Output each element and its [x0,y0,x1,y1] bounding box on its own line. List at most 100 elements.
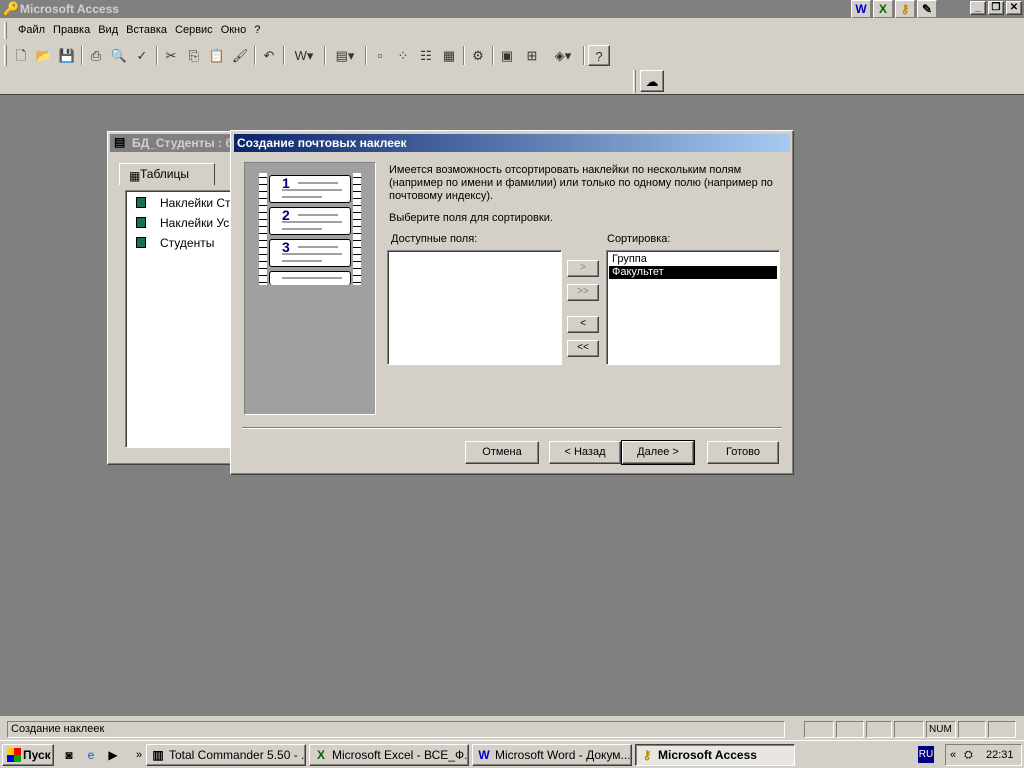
list-view-icon[interactable]: ☷ [415,45,437,66]
dialog-title[interactable]: Создание почтовых наклеек [234,134,790,152]
restore-button[interactable]: ❐ [988,1,1004,15]
notes-shortcut-icon[interactable]: ✎ [917,0,937,18]
labels-sheet-icon: 1 2 3 [259,173,363,285]
toolbar-separator [365,46,367,65]
list-item[interactable]: Наклейки Сту [132,195,237,211]
wizard-instruction: Выберите поля для сортировки. [389,212,553,224]
properties-icon[interactable]: ▣ [496,45,518,66]
excel-shortcut-icon[interactable]: X [873,0,893,18]
task-label: Microsoft Word - Докум... [495,748,631,762]
sort-field-item-selected[interactable]: Факультет [608,265,778,280]
toolbar-separator [254,46,256,65]
task-word[interactable]: W Microsoft Word - Докум... [472,744,632,766]
start-button[interactable]: Пуск [2,744,54,766]
media-player-icon[interactable]: ▶ [104,746,122,764]
label-sample: 1 [269,175,351,203]
word-icon: W [478,748,490,762]
finish-button[interactable]: Готово [707,441,779,464]
details-view-icon[interactable]: ▦ [438,45,460,66]
list-item-label: Наклейки Сту [160,196,237,210]
relationships-icon[interactable]: ⊞ [521,45,543,66]
internet-explorer-icon[interactable]: e [82,746,100,764]
new-icon[interactable]: 🗋 [10,45,32,66]
paste-icon[interactable]: 📋 [206,45,228,66]
access-shortcut-icon[interactable]: ⚷ [895,0,915,18]
toolbar-separator [324,46,326,65]
access-key-icon: ⚷ [642,748,652,762]
database-window: ▤ БД_Студенты : б ▦ Таблицы Наклейки Сту… [107,131,243,465]
large-icons-icon[interactable]: ▫ [369,45,391,66]
database-window-title-text: БД_Студенты : б [132,136,233,150]
perforation-right [353,173,361,285]
system-tray: « ⛭ 22:31 [945,744,1022,766]
toolbar-grip[interactable] [633,70,636,93]
copy-icon[interactable]: ⎘ [183,45,205,66]
list-item[interactable]: Студенты [132,235,214,251]
next-button[interactable]: Далее > [621,440,695,465]
taskbar: Пуск ◙ e ▶ » ▥ Total Commander 5.50 - ...… [0,740,1024,768]
save-icon[interactable]: 💾 [56,45,78,66]
print-preview-icon[interactable]: 🔍 [108,45,130,66]
new-object-icon[interactable]: ◈▾ [546,45,580,66]
sort-field-item[interactable]: Группа [609,253,777,266]
code-icon[interactable]: ⚙ [467,45,489,66]
status-panel [988,721,1016,738]
minimize-button[interactable]: _ [970,1,986,15]
label-sample: 2 [269,207,351,235]
cut-icon[interactable]: ✂ [160,45,182,66]
menubar: Файл Правка Вид Вставка Сервис Окно ? [0,20,1024,41]
total-commander-icon: ▥ [152,748,164,762]
menu-edit[interactable]: Правка [49,20,94,41]
remove-all-fields-button[interactable]: << [567,340,599,357]
language-indicator[interactable]: RU [918,746,934,763]
format-painter-icon[interactable]: 🖌 [229,45,251,66]
app-title: Microsoft Access [20,2,119,16]
status-panel [894,721,924,738]
word-shortcut-icon[interactable]: W [851,0,871,18]
table-icon: ▦ [129,169,141,183]
database-window-title[interactable]: ▤ БД_Студенты : б [110,134,239,152]
report-icon [136,217,146,228]
toolbar-separator [283,46,285,65]
remove-field-button[interactable]: < [567,316,599,333]
menu-help[interactable]: ? [250,20,264,41]
task-total-commander[interactable]: ▥ Total Commander 5.50 - ... [146,744,306,766]
add-field-button[interactable]: > [567,260,599,277]
help-icon[interactable]: ? [588,45,610,66]
available-fields-list[interactable] [387,250,562,365]
menu-view[interactable]: Вид [94,20,122,41]
toolbar-grip[interactable] [4,45,7,66]
office-assistant-icon[interactable]: ☁ [640,70,664,92]
tray-app-icon[interactable]: ⛭ [964,745,973,765]
menu-insert[interactable]: Вставка [122,20,171,41]
small-icons-icon[interactable]: ⁘ [392,45,414,66]
add-all-fields-button[interactable]: >> [567,284,599,301]
back-button[interactable]: < Назад [549,441,621,464]
close-button[interactable]: ✕ [1006,1,1022,15]
clock: 22:31 [986,749,1014,761]
cancel-button[interactable]: Отмена [465,441,539,464]
toolbar-separator [81,46,83,65]
office-shortcut-bar: W X ⚷ ✎ [851,0,937,18]
open-icon[interactable]: 📂 [33,45,55,66]
menu-window[interactable]: Окно [217,20,251,41]
show-desktop-icon[interactable]: ◙ [60,746,78,764]
task-access[interactable]: ⚷ Microsoft Access [635,744,795,766]
spelling-icon[interactable]: ✓ [131,45,153,66]
status-text: Создание наклеек [7,721,785,738]
task-excel[interactable]: X Microsoft Excel - ВСЕ_Ф... [309,744,469,766]
undo-icon[interactable]: ↶ [258,45,280,66]
tab-tables[interactable]: ▦ Таблицы [119,163,215,185]
analyze-icon[interactable]: ▤▾ [328,45,362,66]
menu-file[interactable]: Файл [14,20,49,41]
office-links-icon[interactable]: W▾ [287,45,321,66]
report-icon [136,237,146,248]
list-item[interactable]: Наклейки Усп [132,215,236,231]
database-icon: ▤ [114,135,126,149]
menu-tools[interactable]: Сервис [171,20,217,41]
sort-fields-list[interactable]: Группа Факультет [606,250,780,365]
task-label: Microsoft Excel - ВСЕ_Ф... [332,748,469,762]
tray-expand-icon[interactable]: « [950,745,956,765]
print-icon[interactable]: ⎙ [85,45,107,66]
status-panel [958,721,986,738]
